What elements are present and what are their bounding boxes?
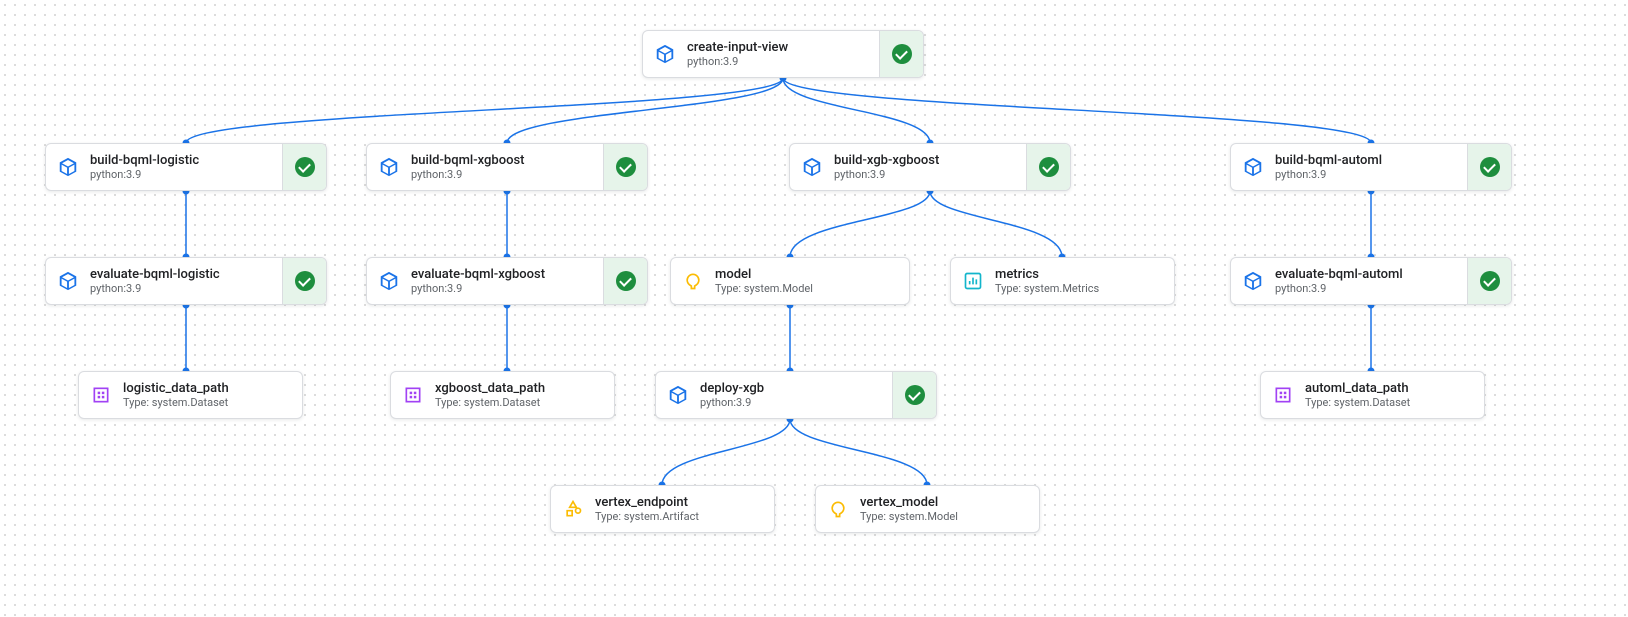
node-deploy-xgb[interactable]: deploy-xgb python:3.9 <box>655 371 937 419</box>
check-icon <box>295 271 315 291</box>
node-title: evaluate-bqml-logistic <box>90 267 274 282</box>
node-title: logistic_data_path <box>123 381 294 396</box>
status-success <box>282 258 326 304</box>
node-vertex-model[interactable]: vertex_model Type: system.Model <box>815 485 1040 533</box>
node-build-bqml-logistic[interactable]: build-bqml-logistic python:3.9 <box>45 143 327 191</box>
dataset-icon <box>79 385 123 405</box>
node-title: evaluate-bqml-xgboost <box>411 267 595 282</box>
node-title: build-bqml-automl <box>1275 153 1459 168</box>
node-title: vertex_model <box>860 495 1031 510</box>
node-title: xgboost_data_path <box>435 381 606 396</box>
container-icon <box>790 156 834 178</box>
status-success <box>1026 144 1070 190</box>
node-title: vertex_endpoint <box>595 495 766 510</box>
node-subtitle: python:3.9 <box>1275 282 1459 295</box>
check-icon <box>295 157 315 177</box>
dataset-icon <box>391 385 435 405</box>
node-build-bqml-automl[interactable]: build-bqml-automl python:3.9 <box>1230 143 1512 191</box>
node-subtitle: python:3.9 <box>687 55 871 68</box>
check-icon <box>1480 157 1500 177</box>
pipeline-edges <box>0 0 1628 617</box>
check-icon <box>905 385 925 405</box>
check-icon <box>616 157 636 177</box>
node-model[interactable]: model Type: system.Model <box>670 257 910 305</box>
node-evaluate-bqml-logistic[interactable]: evaluate-bqml-logistic python:3.9 <box>45 257 327 305</box>
node-xgboost-data-path[interactable]: xgboost_data_path Type: system.Dataset <box>390 371 615 419</box>
node-evaluate-bqml-xgboost[interactable]: evaluate-bqml-xgboost python:3.9 <box>366 257 648 305</box>
node-evaluate-bqml-automl[interactable]: evaluate-bqml-automl python:3.9 <box>1230 257 1512 305</box>
node-title: create-input-view <box>687 40 871 55</box>
node-title: metrics <box>995 267 1166 282</box>
status-success <box>892 372 936 418</box>
node-subtitle: python:3.9 <box>1275 168 1459 181</box>
node-subtitle: Type: system.Model <box>860 510 1031 523</box>
status-success <box>603 258 647 304</box>
node-subtitle: Type: system.Dataset <box>123 396 294 409</box>
node-create-input-view[interactable]: create-input-view python:3.9 <box>642 30 924 78</box>
container-icon <box>46 270 90 292</box>
container-icon <box>1231 270 1275 292</box>
check-icon <box>616 271 636 291</box>
status-success <box>282 144 326 190</box>
status-success <box>603 144 647 190</box>
node-title: automl_data_path <box>1305 381 1476 396</box>
node-automl-data-path[interactable]: automl_data_path Type: system.Dataset <box>1260 371 1485 419</box>
node-logistic-data-path[interactable]: logistic_data_path Type: system.Dataset <box>78 371 303 419</box>
node-title: deploy-xgb <box>700 381 884 396</box>
artifact-icon <box>551 499 595 519</box>
node-title: build-bqml-xgboost <box>411 153 595 168</box>
node-subtitle: Type: system.Metrics <box>995 282 1166 295</box>
node-subtitle: python:3.9 <box>90 168 274 181</box>
container-icon <box>656 384 700 406</box>
model-icon <box>671 271 715 291</box>
node-subtitle: Type: system.Dataset <box>1305 396 1476 409</box>
node-title: evaluate-bqml-automl <box>1275 267 1459 282</box>
node-subtitle: python:3.9 <box>700 396 884 409</box>
node-subtitle: Type: system.Artifact <box>595 510 766 523</box>
container-icon <box>46 156 90 178</box>
container-icon <box>643 43 687 65</box>
dataset-icon <box>1261 385 1305 405</box>
node-subtitle: Type: system.Model <box>715 282 901 295</box>
metrics-icon <box>951 271 995 291</box>
node-metrics[interactable]: metrics Type: system.Metrics <box>950 257 1175 305</box>
container-icon <box>1231 156 1275 178</box>
container-icon <box>367 270 411 292</box>
node-vertex-endpoint[interactable]: vertex_endpoint Type: system.Artifact <box>550 485 775 533</box>
check-icon <box>1480 271 1500 291</box>
node-title: model <box>715 267 901 282</box>
status-success <box>1467 144 1511 190</box>
node-subtitle: python:3.9 <box>411 282 595 295</box>
node-subtitle: python:3.9 <box>90 282 274 295</box>
container-icon <box>367 156 411 178</box>
model-icon <box>816 499 860 519</box>
check-icon <box>892 44 912 64</box>
node-subtitle: python:3.9 <box>834 168 1018 181</box>
node-subtitle: Type: system.Dataset <box>435 396 606 409</box>
check-icon <box>1039 157 1059 177</box>
status-success <box>879 31 923 77</box>
node-title: build-xgb-xgboost <box>834 153 1018 168</box>
node-subtitle: python:3.9 <box>411 168 595 181</box>
node-title: build-bqml-logistic <box>90 153 274 168</box>
node-build-bqml-xgboost[interactable]: build-bqml-xgboost python:3.9 <box>366 143 648 191</box>
node-build-xgb-xgboost[interactable]: build-xgb-xgboost python:3.9 <box>789 143 1071 191</box>
status-success <box>1467 258 1511 304</box>
